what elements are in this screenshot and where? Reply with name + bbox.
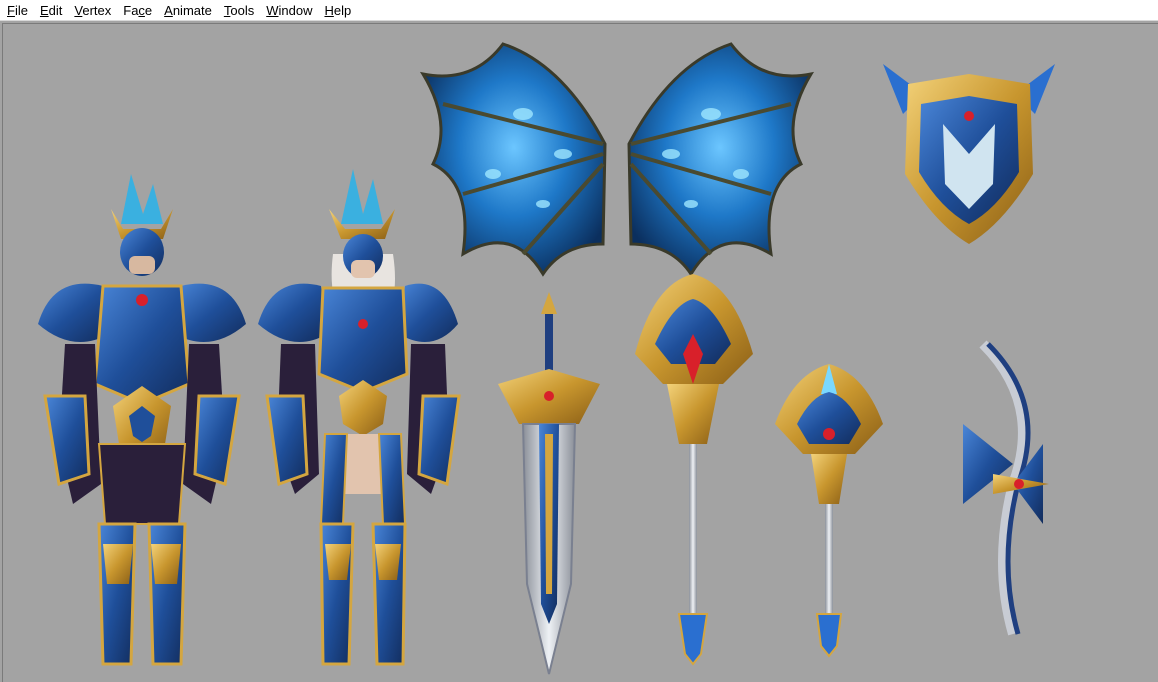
menu-animate[interactable]: Animate: [158, 0, 218, 21]
menu-file[interactable]: File: [1, 0, 34, 21]
scepter-model[interactable]: [775, 364, 883, 658]
female-armor-model[interactable]: [258, 169, 461, 666]
menu-bar: File Edit Vertex Face Animate Tools Wind…: [0, 0, 1158, 21]
menu-window[interactable]: Window: [260, 0, 318, 21]
bow-model[interactable]: [963, 340, 1049, 636]
viewport-canvas: [38, 42, 1055, 675]
menu-vertex[interactable]: Vertex: [68, 0, 117, 21]
menu-help[interactable]: Help: [318, 0, 357, 21]
menu-edit[interactable]: Edit: [34, 0, 68, 21]
menu-face[interactable]: Face: [117, 0, 158, 21]
staff-model[interactable]: [635, 274, 753, 666]
sword-model[interactable]: [498, 292, 600, 675]
model-viewport[interactable]: [2, 23, 1158, 682]
menu-tools[interactable]: Tools: [218, 0, 260, 21]
male-armor-model[interactable]: [38, 174, 246, 666]
wings-model[interactable]: [419, 42, 815, 277]
shield-model[interactable]: [883, 64, 1055, 244]
